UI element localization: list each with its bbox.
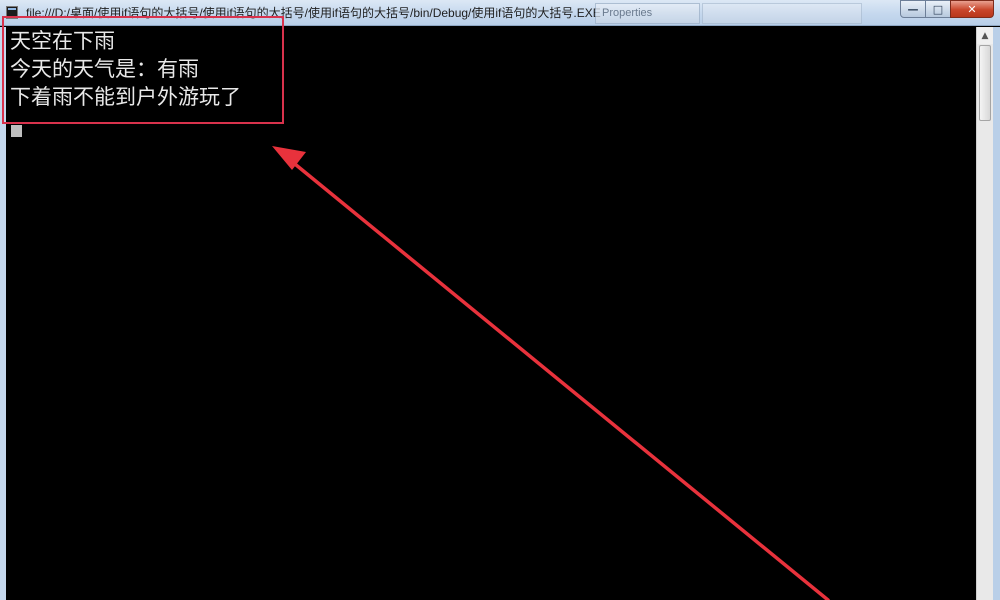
minimize-button[interactable]: — [900,0,926,18]
background-window-toolbar [702,3,862,24]
window-controls: — □ ✕ [900,0,994,19]
scroll-up-arrow-icon[interactable]: ▲ [977,27,993,44]
maximize-button[interactable]: □ [925,0,951,18]
window-right-border [993,27,1000,600]
text-cursor [11,125,22,137]
close-icon: ✕ [967,2,977,16]
vertical-scrollbar[interactable]: ▲ [976,27,993,600]
close-button[interactable]: ✕ [950,0,994,18]
minimize-icon: — [907,2,919,16]
console-window: file:///D:/桌面/使用if语句的大括号/使用if语句的大括号/使用if… [0,0,1000,600]
annotation-highlight-box [2,16,284,124]
background-window-tab[interactable]: Properties [595,3,700,24]
maximize-icon: □ [932,2,944,16]
scrollbar-thumb[interactable] [979,45,991,121]
